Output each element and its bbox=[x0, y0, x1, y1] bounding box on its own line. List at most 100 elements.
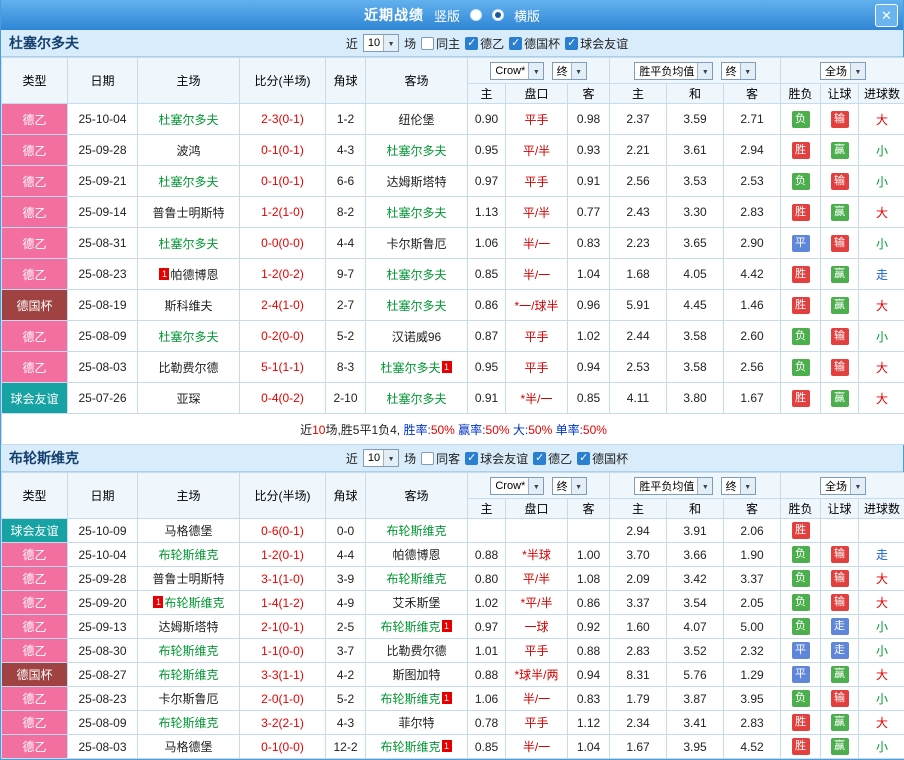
team-name: 杜塞尔多夫 bbox=[386, 268, 446, 282]
filter-checkbox[interactable]: 德乙 bbox=[465, 35, 504, 52]
team-name: 帕德博恩 bbox=[392, 548, 440, 562]
home-team: 亚琛 bbox=[138, 383, 240, 414]
filter-checkbox[interactable]: 球会友谊 bbox=[565, 35, 628, 52]
wdl-result: 负 bbox=[781, 687, 821, 711]
away-water-odds: 1.04 bbox=[568, 259, 610, 290]
result-badge: 胜 bbox=[792, 522, 810, 539]
odds-stage-select[interactable]: 终 bbox=[552, 62, 587, 80]
corner-count: 2-5 bbox=[326, 615, 366, 639]
scope-select[interactable]: 全场 bbox=[820, 62, 866, 80]
goals-result: 大 bbox=[859, 567, 904, 591]
away-team: 菲尔特 bbox=[366, 711, 468, 735]
avg-home-odds: 2.34 bbox=[610, 711, 667, 735]
avg-away-odds: 1.46 bbox=[724, 290, 781, 321]
avg-stage-select[interactable]: 终 bbox=[721, 477, 756, 495]
avg-away-odds: 1.90 bbox=[724, 543, 781, 567]
avg-stage-select[interactable]: 终 bbox=[721, 62, 756, 80]
corner-count: 2-7 bbox=[326, 290, 366, 321]
match-row: 德乙25-08-30布轮斯维克1-1(0-0)3-7比勒费尔德1.01平手0.8… bbox=[2, 639, 904, 663]
match-score: 0-6(0-1) bbox=[240, 519, 326, 543]
checkbox-icon[interactable] bbox=[577, 452, 590, 465]
match-score: 3-1(1-0) bbox=[240, 567, 326, 591]
home-team: 杜塞尔多夫 bbox=[138, 166, 240, 197]
result-header-group: 全场 bbox=[781, 473, 904, 499]
match-count-value: 10 bbox=[368, 452, 383, 464]
horizontal-layout-radio[interactable] bbox=[492, 9, 504, 21]
wdl-result: 胜 bbox=[781, 135, 821, 166]
handicap-line: *半/一 bbox=[506, 383, 568, 414]
chevron-down-icon bbox=[697, 478, 712, 494]
home-team: 斯科维夫 bbox=[138, 290, 240, 321]
league-type-badge: 德乙 bbox=[2, 228, 68, 259]
goals-result: 走 bbox=[859, 543, 904, 567]
match-row: 德国杯25-08-19斯科维夫2-4(1-0)2-7杜塞尔多夫0.86*一/球半… bbox=[2, 290, 904, 321]
filter-checkbox[interactable]: 德国杯 bbox=[509, 35, 560, 52]
corner-count: 3-9 bbox=[326, 567, 366, 591]
checkbox-icon[interactable] bbox=[465, 37, 478, 50]
match-date: 25-08-30 bbox=[68, 639, 138, 663]
odds-stage-select-value: 终 bbox=[557, 478, 571, 494]
summary-part: 大: bbox=[510, 423, 529, 437]
match-date: 25-08-09 bbox=[68, 321, 138, 352]
avg-home-odds: 4.11 bbox=[610, 383, 667, 414]
avg-draw-odds: 3.52 bbox=[667, 639, 724, 663]
bookmaker-select[interactable]: Crow* bbox=[490, 477, 544, 495]
filter-checkbox[interactable]: 同客 bbox=[421, 450, 460, 467]
scope-select[interactable]: 全场 bbox=[820, 477, 866, 495]
col-away-water: 客 bbox=[568, 499, 610, 519]
home-water-odds: 0.78 bbox=[468, 711, 506, 735]
chevron-down-icon bbox=[740, 63, 755, 79]
goals-result: 小 bbox=[859, 321, 904, 352]
result-badge: 胜 bbox=[792, 142, 810, 159]
filter-checkbox[interactable]: 球会友谊 bbox=[465, 450, 528, 467]
team-name: 布轮斯维克 bbox=[158, 716, 218, 730]
col-handicap: 盘口 bbox=[506, 499, 568, 519]
wdl-result: 负 bbox=[781, 104, 821, 135]
handicap-result: 输 bbox=[821, 228, 859, 259]
close-icon[interactable]: ✕ bbox=[875, 4, 898, 27]
corner-count: 0-0 bbox=[326, 519, 366, 543]
away-team: 汉诺威96 bbox=[366, 321, 468, 352]
league-type-badge: 德乙 bbox=[2, 687, 68, 711]
filter-checkbox[interactable]: 德乙 bbox=[533, 450, 572, 467]
bookmaker-select-value: Crow* bbox=[495, 65, 528, 77]
team-name: 布轮斯维克 bbox=[380, 740, 440, 754]
scope-select-value: 全场 bbox=[825, 478, 850, 494]
home-water-odds: 0.88 bbox=[468, 663, 506, 687]
filter-checkbox[interactable]: 德国杯 bbox=[577, 450, 628, 467]
avg-home-odds: 2.83 bbox=[610, 639, 667, 663]
home-water-odds: 0.95 bbox=[468, 135, 506, 166]
bookmaker-select[interactable]: Crow* bbox=[490, 62, 544, 80]
match-count-select[interactable]: 10 bbox=[363, 34, 399, 52]
checkbox-icon[interactable] bbox=[509, 37, 522, 50]
chevron-down-icon bbox=[528, 63, 543, 79]
checkbox-icon[interactable] bbox=[421, 452, 434, 465]
team-name: 杜塞尔多夫 bbox=[158, 113, 218, 127]
avg-odds-select[interactable]: 胜平负均值 bbox=[634, 477, 713, 495]
vertical-layout-radio[interactable] bbox=[470, 9, 482, 21]
handicap-result: 赢 bbox=[821, 383, 859, 414]
team-name: 布轮斯维克 bbox=[380, 692, 440, 706]
odds-stage-select[interactable]: 终 bbox=[552, 477, 587, 495]
team-name: 马格德堡 bbox=[164, 740, 212, 754]
match-score: 1-2(0-1) bbox=[240, 543, 326, 567]
avg-odds-select[interactable]: 胜平负均值 bbox=[634, 62, 713, 80]
away-team: 纽伦堡 bbox=[366, 104, 468, 135]
avg-home-odds: 1.60 bbox=[610, 615, 667, 639]
col-home: 主场 bbox=[138, 473, 240, 519]
checkbox-icon[interactable] bbox=[465, 452, 478, 465]
match-score: 0-4(0-2) bbox=[240, 383, 326, 414]
handicap-line: 半/一 bbox=[506, 687, 568, 711]
checkbox-icon[interactable] bbox=[565, 37, 578, 50]
match-count-select[interactable]: 10 bbox=[363, 449, 399, 467]
checkbox-icon[interactable] bbox=[421, 37, 434, 50]
checkbox-icon[interactable] bbox=[533, 452, 546, 465]
match-score: 2-4(1-0) bbox=[240, 290, 326, 321]
avg-draw-odds: 4.07 bbox=[667, 615, 724, 639]
result-header-group: 全场 bbox=[781, 58, 904, 84]
match-row: 德乙25-08-09杜塞尔多夫0-2(0-0)5-2汉诺威960.87平手1.0… bbox=[2, 321, 904, 352]
filter-checkbox[interactable]: 同主 bbox=[421, 35, 460, 52]
wdl-result: 胜 bbox=[781, 383, 821, 414]
match-row: 德乙25-08-23卡尔斯鲁厄2-0(1-0)5-2布轮斯维克11.06半/一0… bbox=[2, 687, 904, 711]
match-count-value: 10 bbox=[368, 37, 383, 49]
